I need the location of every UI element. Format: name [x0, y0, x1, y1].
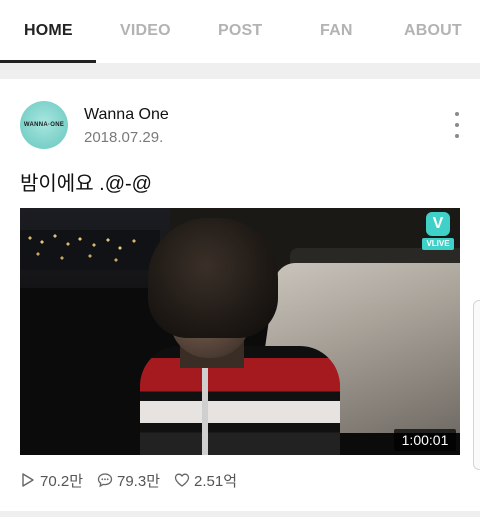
tab-home[interactable]: HOME [24, 22, 73, 40]
video-scene-hair [148, 218, 278, 338]
comments-count: 79.3만 [117, 472, 160, 490]
video-duration: 1:00:01 [394, 429, 456, 451]
tab-about[interactable]: ABOUT [404, 22, 462, 40]
tab-video[interactable]: VIDEO [120, 22, 171, 40]
tab-bar: HOME VIDEO POST FAN ABOUT [0, 0, 480, 64]
post-text: 밤이에요 .@-@ [20, 173, 152, 195]
tab-post[interactable]: POST [218, 22, 262, 40]
plays-stat: 70.2만 [20, 470, 83, 491]
video-thumbnail[interactable]: V VLIVE 1:00:01 [20, 208, 460, 455]
post-card: WANNA·ONE Wanna One 2018.07.29. 밤이에요 .@-… [0, 79, 480, 511]
bottom-divider [0, 511, 480, 517]
plays-count: 70.2만 [40, 472, 83, 490]
likes-stat[interactable]: 2.51억 [174, 470, 237, 491]
channel-avatar[interactable]: WANNA·ONE [20, 101, 68, 149]
post-stats: 70.2만 79.3만 2.51억 [20, 470, 251, 490]
video-scene-zipper [202, 358, 208, 455]
comments-stat[interactable]: 79.3만 [97, 470, 160, 491]
avatar-logo-text: WANNA·ONE [23, 122, 65, 128]
tab-fan[interactable]: FAN [320, 22, 353, 40]
scroll-handle[interactable] [473, 300, 480, 470]
video-scene-city-lights [20, 230, 160, 270]
vlive-label: VLIVE [422, 238, 454, 250]
heart-icon [174, 472, 190, 488]
vlive-v-icon: V [426, 212, 450, 236]
play-icon [20, 472, 36, 488]
likes-count: 2.51억 [194, 472, 237, 490]
more-options-icon[interactable] [450, 112, 464, 138]
section-divider [0, 63, 480, 79]
vlive-logo: V VLIVE [422, 212, 454, 252]
post-author[interactable]: Wanna One [84, 106, 169, 124]
comment-icon [97, 472, 113, 488]
post-date: 2018.07.29. [84, 129, 164, 146]
